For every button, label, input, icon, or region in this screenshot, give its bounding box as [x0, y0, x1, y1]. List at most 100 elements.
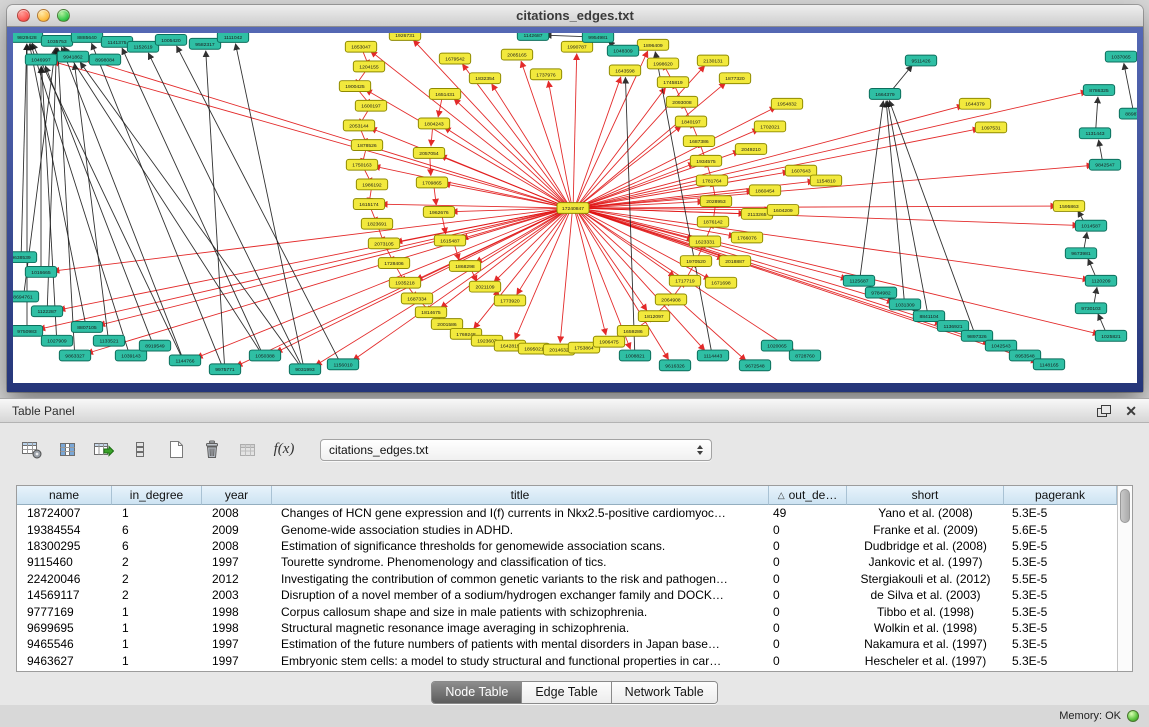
graph-edge[interactable] — [442, 217, 446, 234]
panel-title: Table Panel — [12, 404, 75, 418]
zoom-window-button[interactable] — [57, 9, 70, 22]
graph-node-label: 1122287 — [37, 309, 56, 315]
tab-edge-table[interactable]: Edge Table — [522, 682, 611, 703]
network-graph-svg[interactable]: 1724084718530471204155190042516001972053… — [13, 33, 1137, 383]
cell-out_degree: 0 — [769, 654, 847, 668]
graph-edge[interactable] — [99, 209, 565, 325]
graph-edge[interactable] — [892, 65, 913, 90]
row-selection-icon[interactable] — [128, 439, 152, 461]
graph-edge[interactable] — [560, 213, 572, 343]
graph-edge[interactable] — [494, 211, 566, 282]
function-builder-icon[interactable]: f(x) — [272, 439, 296, 461]
graph-edge[interactable] — [1098, 314, 1106, 332]
graph-edge[interactable] — [492, 84, 568, 204]
graph-node-label: 1600197 — [361, 104, 381, 110]
column-header-out_degree[interactable]: △out_de… — [769, 486, 847, 505]
graph-edge[interactable] — [92, 43, 222, 364]
graph-node-label: 9975771 — [215, 367, 235, 373]
graph-edge[interactable] — [582, 209, 1089, 280]
graph-edge[interactable] — [381, 204, 564, 208]
column-header-year[interactable]: year — [202, 486, 272, 505]
graph-edge[interactable] — [889, 100, 974, 331]
graph-node-label: 1204155 — [359, 64, 379, 70]
graph-edge[interactable] — [1099, 140, 1103, 160]
network-table-select[interactable]: citations_edges.txt — [320, 439, 712, 461]
graph-edge[interactable] — [515, 212, 569, 339]
table-row[interactable]: 911546021997Tourette syndrome. Phenomeno… — [17, 554, 1117, 570]
merge-table-icon[interactable] — [236, 439, 260, 461]
cell-pagerank: 5.3E-5 — [1004, 555, 1117, 569]
graph-node-label: 1039143 — [121, 353, 141, 359]
graph-node-label: 2113265 — [747, 212, 766, 218]
table-row[interactable]: 1456911722003Disruption of a novel membe… — [17, 587, 1117, 603]
graph-edge[interactable] — [1088, 259, 1096, 277]
graph-edge[interactable] — [886, 101, 904, 300]
graph-edge[interactable] — [579, 88, 666, 205]
table-row[interactable]: 969969511998Structural magnetic resonanc… — [17, 620, 1117, 636]
column-header-title[interactable]: title — [272, 486, 769, 505]
graph-edge[interactable] — [206, 51, 225, 365]
graph-edge[interactable] — [21, 44, 26, 252]
graph-edge[interactable] — [444, 127, 565, 205]
tab-node-table[interactable]: Node Table — [432, 682, 522, 703]
graph-edge[interactable] — [576, 77, 621, 204]
graph-edge[interactable] — [625, 77, 634, 350]
graph-node-label: 1595863 — [1059, 204, 1079, 210]
graph-edge[interactable] — [582, 206, 1057, 208]
graph-node-label: 2057054 — [419, 151, 439, 157]
column-header-short[interactable]: short — [847, 486, 1004, 505]
graph-edge[interactable] — [434, 187, 436, 205]
tab-network-table[interactable]: Network Table — [612, 682, 717, 703]
graph-edge[interactable] — [573, 54, 576, 203]
graph-edge[interactable] — [438, 99, 442, 117]
graph-edge[interactable] — [474, 212, 568, 329]
table-row[interactable]: 1938455462009Genome-wide association stu… — [17, 521, 1117, 537]
cell-in_degree: 1 — [112, 637, 202, 651]
table-row[interactable]: 946554611997Estimation of the future num… — [17, 636, 1117, 652]
graph-node-label: 1745819 — [663, 80, 683, 86]
cell-in_degree: 1 — [112, 506, 202, 520]
graph-edge[interactable] — [53, 209, 564, 271]
close-panel-icon[interactable]: ✕ — [1125, 404, 1137, 418]
table-row[interactable]: 1872400712008Changes of HCN gene express… — [17, 505, 1117, 521]
graph-edge[interactable] — [1094, 287, 1097, 303]
graph-edge[interactable] — [31, 43, 129, 350]
float-panel-icon[interactable] — [1097, 405, 1111, 417]
graph-node-label: 8919549 — [145, 344, 165, 350]
graph-edge[interactable] — [444, 184, 564, 207]
graph-edge[interactable] — [451, 208, 564, 212]
graph-edge[interactable] — [39, 209, 565, 329]
table-row[interactable]: 1830029562008Estimation of significance … — [17, 538, 1117, 554]
minimize-window-button[interactable] — [37, 9, 50, 22]
graph-edge[interactable] — [1084, 232, 1087, 248]
graph-edge[interactable] — [1096, 97, 1098, 129]
graph-edge[interactable] — [59, 209, 564, 310]
import-table-icon[interactable] — [92, 439, 116, 461]
table-row[interactable]: 977716911998Corpus callosum shape and si… — [17, 603, 1117, 619]
table-scrollbar[interactable] — [1117, 486, 1132, 671]
table-scrollbar-thumb[interactable] — [1120, 489, 1130, 523]
cell-title: Disruption of a novel member of a sodium… — [272, 588, 769, 602]
table-settings-icon[interactable] — [20, 439, 44, 461]
graph-edge[interactable] — [1124, 63, 1133, 109]
close-window-button[interactable] — [17, 9, 30, 22]
window-titlebar[interactable]: citations_edges.txt — [7, 5, 1143, 27]
table-row[interactable]: 946362711997Embryonic stem cells: a mode… — [17, 653, 1117, 669]
graph-edge[interactable] — [148, 53, 301, 365]
column-header-pagerank[interactable]: pagerank — [1004, 486, 1117, 505]
graph-edge[interactable] — [582, 208, 1079, 225]
graph-edge[interactable] — [462, 64, 567, 204]
create-table-icon[interactable] — [164, 439, 188, 461]
column-header-name[interactable]: name — [17, 486, 112, 505]
column-header-in_degree[interactable]: in_degree — [112, 486, 202, 505]
show-column-icon[interactable] — [56, 439, 80, 461]
graph-edge[interactable] — [431, 128, 433, 146]
delete-table-icon[interactable] — [200, 439, 224, 461]
graph-edge[interactable] — [582, 92, 1088, 207]
network-canvas[interactable]: 1724084718530471204155190042516001972053… — [13, 33, 1137, 383]
graph-edge[interactable] — [430, 158, 431, 176]
graph-edge[interactable] — [581, 129, 759, 206]
graph-edge[interactable] — [548, 81, 571, 203]
table-row[interactable]: 2242004622012Investigating the contribut… — [17, 571, 1117, 587]
graph-edge[interactable] — [440, 155, 564, 206]
